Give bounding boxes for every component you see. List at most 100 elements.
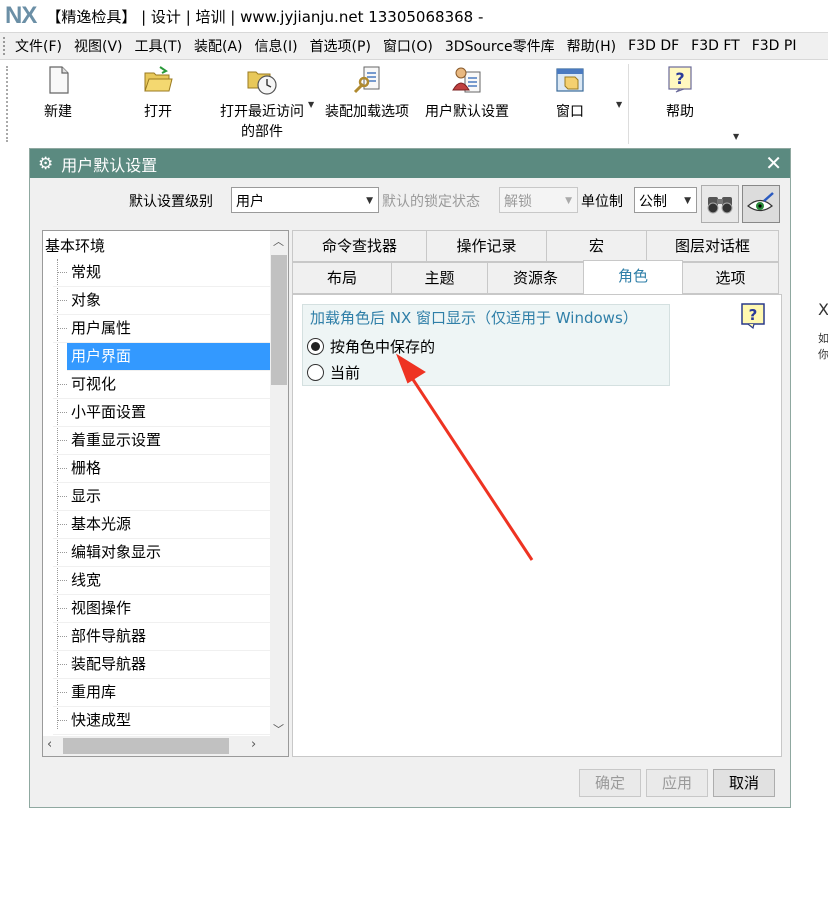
lock-status-select[interactable]: 解锁 ▼ [499,187,578,213]
tree-item-user-interface[interactable]: 用户界面 [67,343,275,371]
menu-information[interactable]: 信息(I) [249,36,304,56]
settings-level-select[interactable]: 用户 ▼ [231,187,379,213]
units-select[interactable]: 公制 ▼ [634,187,697,213]
tree-root-basic-environment[interactable]: 基本环境 [45,235,105,256]
open-recent-dropdown-icon[interactable]: ▼ [308,100,314,109]
tree-item-general[interactable]: 常规 [53,259,275,287]
tree-item-user-attributes[interactable]: 用户属性 [53,315,275,343]
scroll-right-icon[interactable]: › [251,737,256,752]
window-button[interactable]: 窗口 [550,64,590,122]
menu-view[interactable]: 视图(V) [68,36,129,56]
help-icon[interactable]: ? [741,303,765,329]
user-defaults-label: 用户默认设置 [425,104,509,120]
close-icon[interactable]: ✕ [765,151,782,175]
edge-text-line1: X [818,300,828,319]
menu-f3d-ft[interactable]: F3D FT [685,38,746,54]
tree-item-edit-object-display[interactable]: 编辑对象显示 [53,539,275,567]
ribbon-overflow-icon[interactable]: ▼ [733,132,739,141]
group-title: 加载角色后 NX 窗口显示（仅适用于 Windows） [310,309,638,327]
settings-tabs: 命令查找器 操作记录 宏 图层对话框 布局 主题 资源条 角色 选项 加载角色后… [292,230,782,757]
user-defaults-dialog: ⚙ 用户默认设置 ✕ 默认设置级别 用户 ▼ 默认的锁定状态 解锁 ▼ 单位制 … [29,148,791,808]
tree-item-reuse-library[interactable]: 重用库 [53,679,275,707]
scroll-down-icon[interactable]: ﹀ [273,721,284,737]
menu-file[interactable]: 文件(F) [9,36,68,56]
radio-button-unchecked[interactable] [307,363,324,381]
cancel-button[interactable]: 取消 [713,769,775,797]
tree-item-line-width[interactable]: 线宽 [53,567,275,595]
help-label: 帮助 [666,104,694,120]
tab-options[interactable]: 选项 [682,262,779,294]
lock-status-value: 解锁 [504,194,532,210]
menu-window[interactable]: 窗口(O) [377,36,439,56]
open-recent-label-line1: 打开最近访问 [220,104,304,120]
units-label: 单位制 [581,194,623,210]
nx-window: NX 【精逸检具】 | 设计 | 培训 | www.jyjianju.net 1… [0,0,828,906]
binoculars-icon [707,197,733,214]
user-defaults-button[interactable]: 用户默认设置 [420,64,514,122]
menu-tools[interactable]: 工具(T) [129,36,188,56]
open-recent-label-line2: 的部件 [241,124,283,140]
tab-resource-bar[interactable]: 资源条 [487,262,584,294]
open-button[interactable]: 打开 [138,64,178,122]
tree-item-rapid-prototyping[interactable]: 快速成型 [53,707,275,735]
svg-text:?: ? [749,306,758,324]
help-button[interactable]: ? 帮助 [660,64,700,122]
tab-operation-record[interactable]: 操作记录 [426,230,547,262]
chevron-down-icon: ▼ [366,196,373,206]
units-value: 公制 [639,194,667,210]
tab-theme[interactable]: 主题 [391,262,488,294]
tree-item-part-navigator[interactable]: 部件导航器 [53,623,275,651]
tree-item-grid[interactable]: 栅格 [53,455,275,483]
horizontal-scroll-thumb[interactable] [63,738,229,754]
ribbon-grip[interactable] [6,66,10,142]
menu-3dsource[interactable]: 3DSource零件库 [439,36,561,56]
open-recent-parts-button[interactable]: 打开最近访问 的部件 [214,64,310,142]
eye-pen-icon [747,192,774,212]
menu-assembly[interactable]: 装配(A) [188,36,249,56]
tab-command-finder[interactable]: 命令查找器 [292,230,427,262]
radio-current[interactable]: 当前 [307,361,360,383]
ok-button[interactable]: 确定 [579,769,641,797]
menu-f3d-pi[interactable]: F3D PI [746,38,803,54]
edge-text-line3: 你 [818,348,828,361]
tree-item-display[interactable]: 显示 [53,483,275,511]
assembly-load-options-button[interactable]: 装配加载选项 [320,64,414,122]
radio-button-checked[interactable] [307,337,324,355]
radio-saved-in-role[interactable]: 按角色中保存的 [307,335,435,357]
tab-role[interactable]: 角色 [583,260,683,296]
vertical-scroll-thumb[interactable] [271,255,287,385]
dialog-title-bar: ⚙ 用户默认设置 ✕ [30,149,790,178]
tree-item-basic-light[interactable]: 基本光源 [53,511,275,539]
edge-text-line2: 如 [818,332,828,345]
ribbon-toolbar: 新建 打开 打开最近访问 的部件 ▼ 装配加载选项 用户默认设置 窗口 ▼ ? … [0,60,828,148]
tree-horizontal-scrollbar[interactable]: ‹ › [43,736,288,756]
tree-item-view-operation[interactable]: 视图操作 [53,595,275,623]
window-title: 【精逸检具】 | 设计 | 培训 | www.jyjianju.net 1330… [46,7,484,26]
tab-macro[interactable]: 宏 [546,230,647,262]
new-file-icon [49,66,69,94]
assembly-load-options-label: 装配加载选项 [325,104,409,120]
nx-logo: NX [5,2,37,29]
tree-item-visualization[interactable]: 可视化 [53,371,275,399]
new-button[interactable]: 新建 [38,64,78,122]
find-button[interactable] [701,185,739,223]
view-changes-button[interactable] [742,185,780,223]
scroll-up-icon[interactable]: ︿ [273,233,284,249]
tree-vertical-scrollbar[interactable]: ︿ ﹀ [270,231,288,738]
tree-item-assembly-navigator[interactable]: 装配导航器 [53,651,275,679]
tab-layout[interactable]: 布局 [292,262,392,294]
chevron-down-icon: ▼ [684,196,691,206]
tree-item-highlight-settings[interactable]: 着重显示设置 [53,427,275,455]
menu-f3d-df[interactable]: F3D DF [622,38,685,54]
window-dropdown-icon[interactable]: ▼ [616,100,622,109]
menu-preferences[interactable]: 首选项(P) [304,36,377,56]
scroll-left-icon[interactable]: ‹ [47,737,52,752]
category-tree: 基本环境 常规 对象 用户属性 用户界面 可视化 小平面设置 着重显示设置 栅格… [42,230,289,757]
ribbon-separator [628,64,629,144]
tree-item-object[interactable]: 对象 [53,287,275,315]
apply-button[interactable]: 应用 [646,769,708,797]
tree-item-facet-settings[interactable]: 小平面设置 [53,399,275,427]
menu-help[interactable]: 帮助(H) [561,36,622,56]
tab-layer-dialog[interactable]: 图层对话框 [646,230,779,262]
chevron-down-icon: ▼ [565,196,572,206]
